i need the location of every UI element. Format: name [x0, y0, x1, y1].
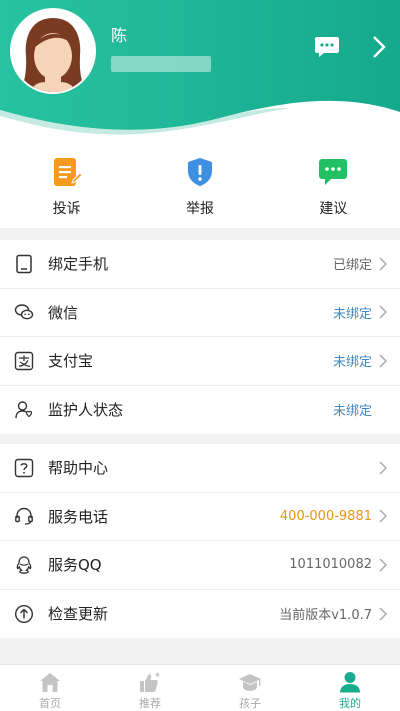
suggestion-button[interactable]: 建议	[267, 140, 400, 228]
chevron-right-icon	[379, 509, 388, 523]
alipay-icon	[14, 351, 34, 370]
help-center-label: 帮助中心	[48, 459, 109, 478]
service-qq-label: 服务QQ	[48, 556, 102, 575]
phone-icon	[16, 254, 32, 273]
message-icon[interactable]	[314, 36, 340, 58]
guardian-status-value: 未绑定	[332, 404, 372, 420]
suggestion-chat-icon	[319, 159, 348, 185]
bind-phone-label: 绑定手机	[48, 255, 109, 274]
update-icon	[14, 604, 34, 623]
chevron-right-icon	[379, 607, 388, 621]
account-binding-list: 绑定手机 已绑定 微信 未绑定 支付宝 未绑定 监护人状态 未绑定	[0, 240, 400, 434]
service-qq-number: 1011010082	[289, 557, 372, 573]
alipay-status: 未绑定	[332, 355, 372, 371]
avatar[interactable]	[10, 8, 96, 94]
complaint-icon	[53, 158, 83, 186]
suggestion-label: 建议	[319, 201, 348, 217]
tab-profile-label: 我的	[339, 697, 361, 710]
user-phone-masked	[111, 56, 211, 72]
chevron-right-icon	[379, 461, 388, 475]
current-version: 当前版本v1.0.7	[279, 608, 372, 624]
guardian-status-label: 监护人状态	[48, 401, 124, 420]
report-shield-icon	[187, 158, 212, 186]
chevron-right-icon	[379, 257, 388, 271]
qq-icon	[16, 556, 32, 574]
chevron-right-icon[interactable]	[368, 34, 390, 60]
guardian-status-row[interactable]: 监护人状态 未绑定	[0, 386, 400, 435]
complaint-button[interactable]: 投诉	[0, 140, 133, 228]
chevron-right-icon	[379, 558, 388, 572]
help-icon	[14, 458, 34, 477]
tab-recommend[interactable]: 推荐	[100, 665, 200, 711]
guardian-icon	[15, 401, 33, 418]
chevron-right-icon	[379, 305, 388, 319]
profile-icon	[340, 672, 360, 693]
tab-profile[interactable]: 我的	[300, 665, 400, 711]
profile-header: 陈	[0, 0, 400, 140]
tab-home-label: 首页	[39, 697, 61, 710]
service-phone-label: 服务电话	[48, 507, 109, 526]
bottom-tab-bar: 首页 推荐 孩子 我的	[0, 664, 400, 711]
service-phone-row[interactable]: 服务电话 400-000-9881	[0, 493, 400, 541]
service-qq-row[interactable]: 服务QQ 1011010082	[0, 541, 400, 590]
report-button[interactable]: 举报	[133, 140, 266, 228]
check-update-label: 检查更新	[48, 605, 109, 624]
chevron-right-icon	[379, 354, 388, 368]
bind-phone-status: 已绑定	[332, 258, 372, 274]
wechat-label: 微信	[48, 303, 79, 322]
child-icon	[239, 674, 261, 691]
service-phone-number: 400-000-9881	[279, 508, 372, 524]
avatar-face-icon	[12, 10, 94, 92]
wechat-row[interactable]: 微信 未绑定	[0, 289, 400, 337]
wechat-icon	[14, 304, 34, 320]
tab-child[interactable]: 孩子	[200, 665, 300, 711]
headset-icon	[15, 508, 33, 525]
support-list: 帮助中心 服务电话 400-000-9881 服务QQ 1011010082 检…	[0, 444, 400, 638]
tab-home[interactable]: 首页	[0, 665, 100, 711]
alipay-row[interactable]: 支付宝 未绑定	[0, 337, 400, 386]
wechat-status: 未绑定	[332, 306, 372, 322]
bind-phone-row[interactable]: 绑定手机 已绑定	[0, 240, 400, 289]
recommend-icon	[140, 672, 160, 692]
check-update-row[interactable]: 检查更新 当前版本v1.0.7	[0, 590, 400, 639]
home-icon	[40, 673, 60, 692]
tab-recommend-label: 推荐	[139, 697, 161, 710]
report-label: 举报	[185, 201, 214, 217]
tab-child-label: 孩子	[239, 697, 261, 710]
user-name: 陈	[111, 26, 128, 45]
alipay-label: 支付宝	[48, 352, 94, 371]
quick-actions: 投诉 举报 建议	[0, 140, 400, 228]
help-center-row[interactable]: 帮助中心	[0, 444, 400, 493]
complaint-label: 投诉	[52, 201, 81, 217]
